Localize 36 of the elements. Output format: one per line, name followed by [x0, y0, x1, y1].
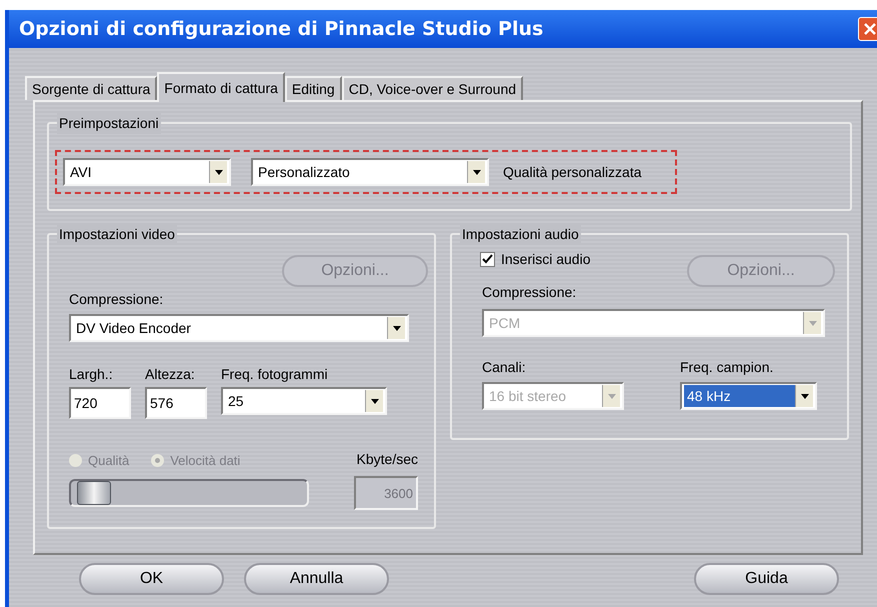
window-title: Opzioni di configurazione di Pinnacle Studio Plus: [19, 16, 544, 42]
group-title: Impostazioni audio: [460, 224, 581, 245]
channels-label: Canali:: [482, 358, 527, 377]
radio-label: Qualità: [88, 452, 130, 470]
dialog-button[interactable]: Annulla: [244, 563, 389, 595]
slider-thumb[interactable]: [77, 481, 112, 505]
group-title: Preimpostazioni: [57, 113, 161, 134]
close-button[interactable]: [858, 17, 877, 41]
group-title: Impostazioni video: [57, 224, 177, 245]
dropdown[interactable]: Personalizzato: [251, 158, 489, 186]
dropdown[interactable]: 25: [221, 387, 387, 415]
dialog-button[interactable]: OK: [79, 563, 224, 595]
height-field[interactable]: 576: [145, 387, 207, 419]
width-label: Largh.:: [69, 365, 114, 384]
dropdown[interactable]: DV Video Encoder: [69, 314, 409, 342]
checkbox-label: Inserisci audio: [501, 250, 590, 269]
tab[interactable]: Editing: [284, 76, 342, 100]
dropdown[interactable]: AVI: [63, 158, 231, 186]
check-icon: [482, 254, 493, 265]
framerate-label: Freq. fotogrammi: [221, 365, 329, 384]
radio-label: Velocità dati: [170, 452, 240, 470]
tab[interactable]: CD, Voice-over e Surround: [342, 76, 524, 100]
dropdown[interactable]: 48 kHz: [680, 382, 817, 410]
height-label: Altezza:: [145, 365, 196, 384]
quality-label: Qualità personalizzata: [503, 162, 642, 182]
width-field[interactable]: 720: [69, 387, 131, 419]
checkbox[interactable]: [480, 252, 495, 267]
dialog-button[interactable]: Guida: [694, 563, 839, 595]
tab[interactable]: Sorgente di cattura: [25, 76, 158, 100]
tab[interactable]: Formato di cattura: [157, 72, 285, 102]
rate-label: Kbyte/sec: [356, 450, 418, 469]
compression-label: Compressione:: [69, 290, 164, 309]
compression-label: Compressione:: [482, 283, 578, 302]
close-icon: [864, 23, 876, 35]
samplerate-label: Freq. campion.: [680, 358, 774, 377]
slider-track[interactable]: [69, 479, 309, 507]
